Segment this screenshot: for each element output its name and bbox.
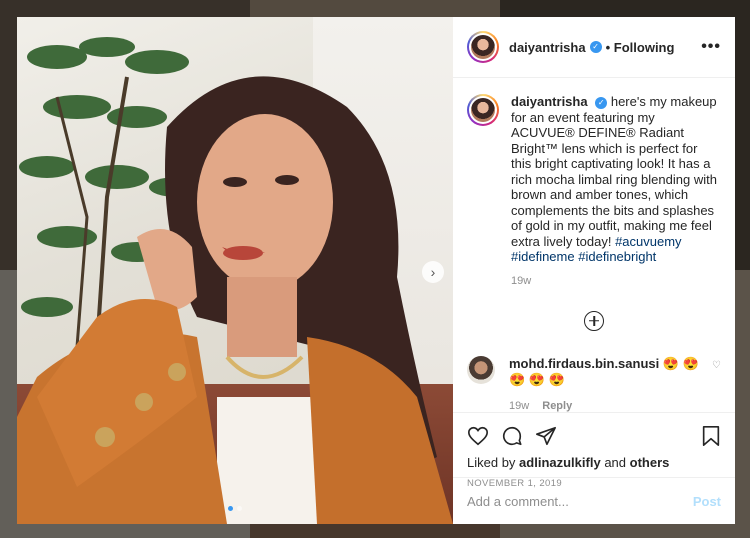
hashtag-link[interactable]: #idefinebright bbox=[578, 249, 656, 264]
liked-by-user[interactable]: adlinazulkifly bbox=[519, 455, 601, 470]
comment-body: mohd.firdaus.bin.sanusi 😍 😍 😍 😍 😍 bbox=[509, 356, 712, 388]
caption: daiyantrisha ✓ here's my makeup for an e… bbox=[511, 94, 721, 265]
carousel-dot bbox=[237, 506, 242, 511]
avatar[interactable] bbox=[467, 31, 499, 63]
hashtag-link[interactable]: #idefineme bbox=[511, 249, 575, 264]
verified-badge-icon: ✓ bbox=[595, 96, 608, 109]
comment-username[interactable]: mohd.firdaus.bin.sanusi bbox=[509, 356, 659, 371]
post-photo: › bbox=[17, 17, 453, 524]
follow-status-label: Following bbox=[613, 39, 675, 55]
carousel-dots bbox=[228, 506, 242, 511]
chevron-right-icon: › bbox=[430, 264, 436, 280]
caption-text: here's my makeup for an event featuring … bbox=[511, 94, 717, 249]
liked-by-others[interactable]: others bbox=[630, 455, 670, 470]
post-sidebar: daiyantrisha ✓ • Following ••• daiyantri… bbox=[453, 17, 735, 524]
caption-row: daiyantrisha ✓ here's my makeup for an e… bbox=[467, 94, 721, 265]
post-comment-button[interactable]: Post bbox=[693, 494, 721, 509]
comment-item: mohd.firdaus.bin.sanusi 😍 😍 😍 😍 😍 ♡ bbox=[467, 355, 721, 388]
verified-badge-icon: ✓ bbox=[589, 41, 602, 53]
heart-icon[interactable] bbox=[467, 425, 489, 447]
carousel-dot bbox=[228, 506, 233, 511]
caption-timestamp: 19w bbox=[511, 274, 532, 287]
paper-plane-icon[interactable] bbox=[535, 425, 557, 447]
load-more-comments-button[interactable] bbox=[467, 310, 721, 331]
dot-separator: • bbox=[605, 39, 611, 55]
comment-like-icon[interactable]: ♡ bbox=[712, 360, 721, 388]
liked-by-prefix: Liked by bbox=[467, 455, 516, 470]
bookmark-icon[interactable] bbox=[701, 425, 721, 447]
caption-username[interactable]: daiyantrisha bbox=[511, 94, 588, 109]
plus-circle-icon bbox=[584, 310, 604, 331]
comment-avatar[interactable] bbox=[467, 355, 495, 384]
hashtag-link[interactable]: #acuvuemy bbox=[615, 234, 681, 249]
comment-meta: 19w Reply bbox=[509, 400, 721, 412]
comment-icon[interactable] bbox=[501, 425, 523, 447]
carousel-next-button[interactable]: › bbox=[422, 261, 444, 283]
liked-by: Liked by adlinazulkifly and others bbox=[467, 455, 721, 470]
comment-input[interactable] bbox=[467, 493, 693, 509]
post-header: daiyantrisha ✓ • Following ••• bbox=[453, 17, 735, 78]
comment-timestamp: 19w bbox=[509, 399, 530, 412]
caption-avatar[interactable] bbox=[467, 94, 499, 126]
post-modal: › daiyantrisha ✓ • Following ••• daiyant… bbox=[17, 17, 735, 524]
follow-status[interactable]: • Following bbox=[606, 40, 675, 55]
more-options-icon[interactable]: ••• bbox=[701, 38, 721, 56]
reply-button[interactable]: Reply bbox=[542, 400, 572, 412]
comments-section: daiyantrisha ✓ here's my makeup for an e… bbox=[453, 78, 735, 412]
portrait-figure bbox=[17, 76, 453, 524]
add-comment-bar: Post bbox=[453, 477, 735, 524]
header-username[interactable]: daiyantrisha bbox=[509, 40, 586, 55]
liked-by-and: and bbox=[604, 455, 627, 470]
